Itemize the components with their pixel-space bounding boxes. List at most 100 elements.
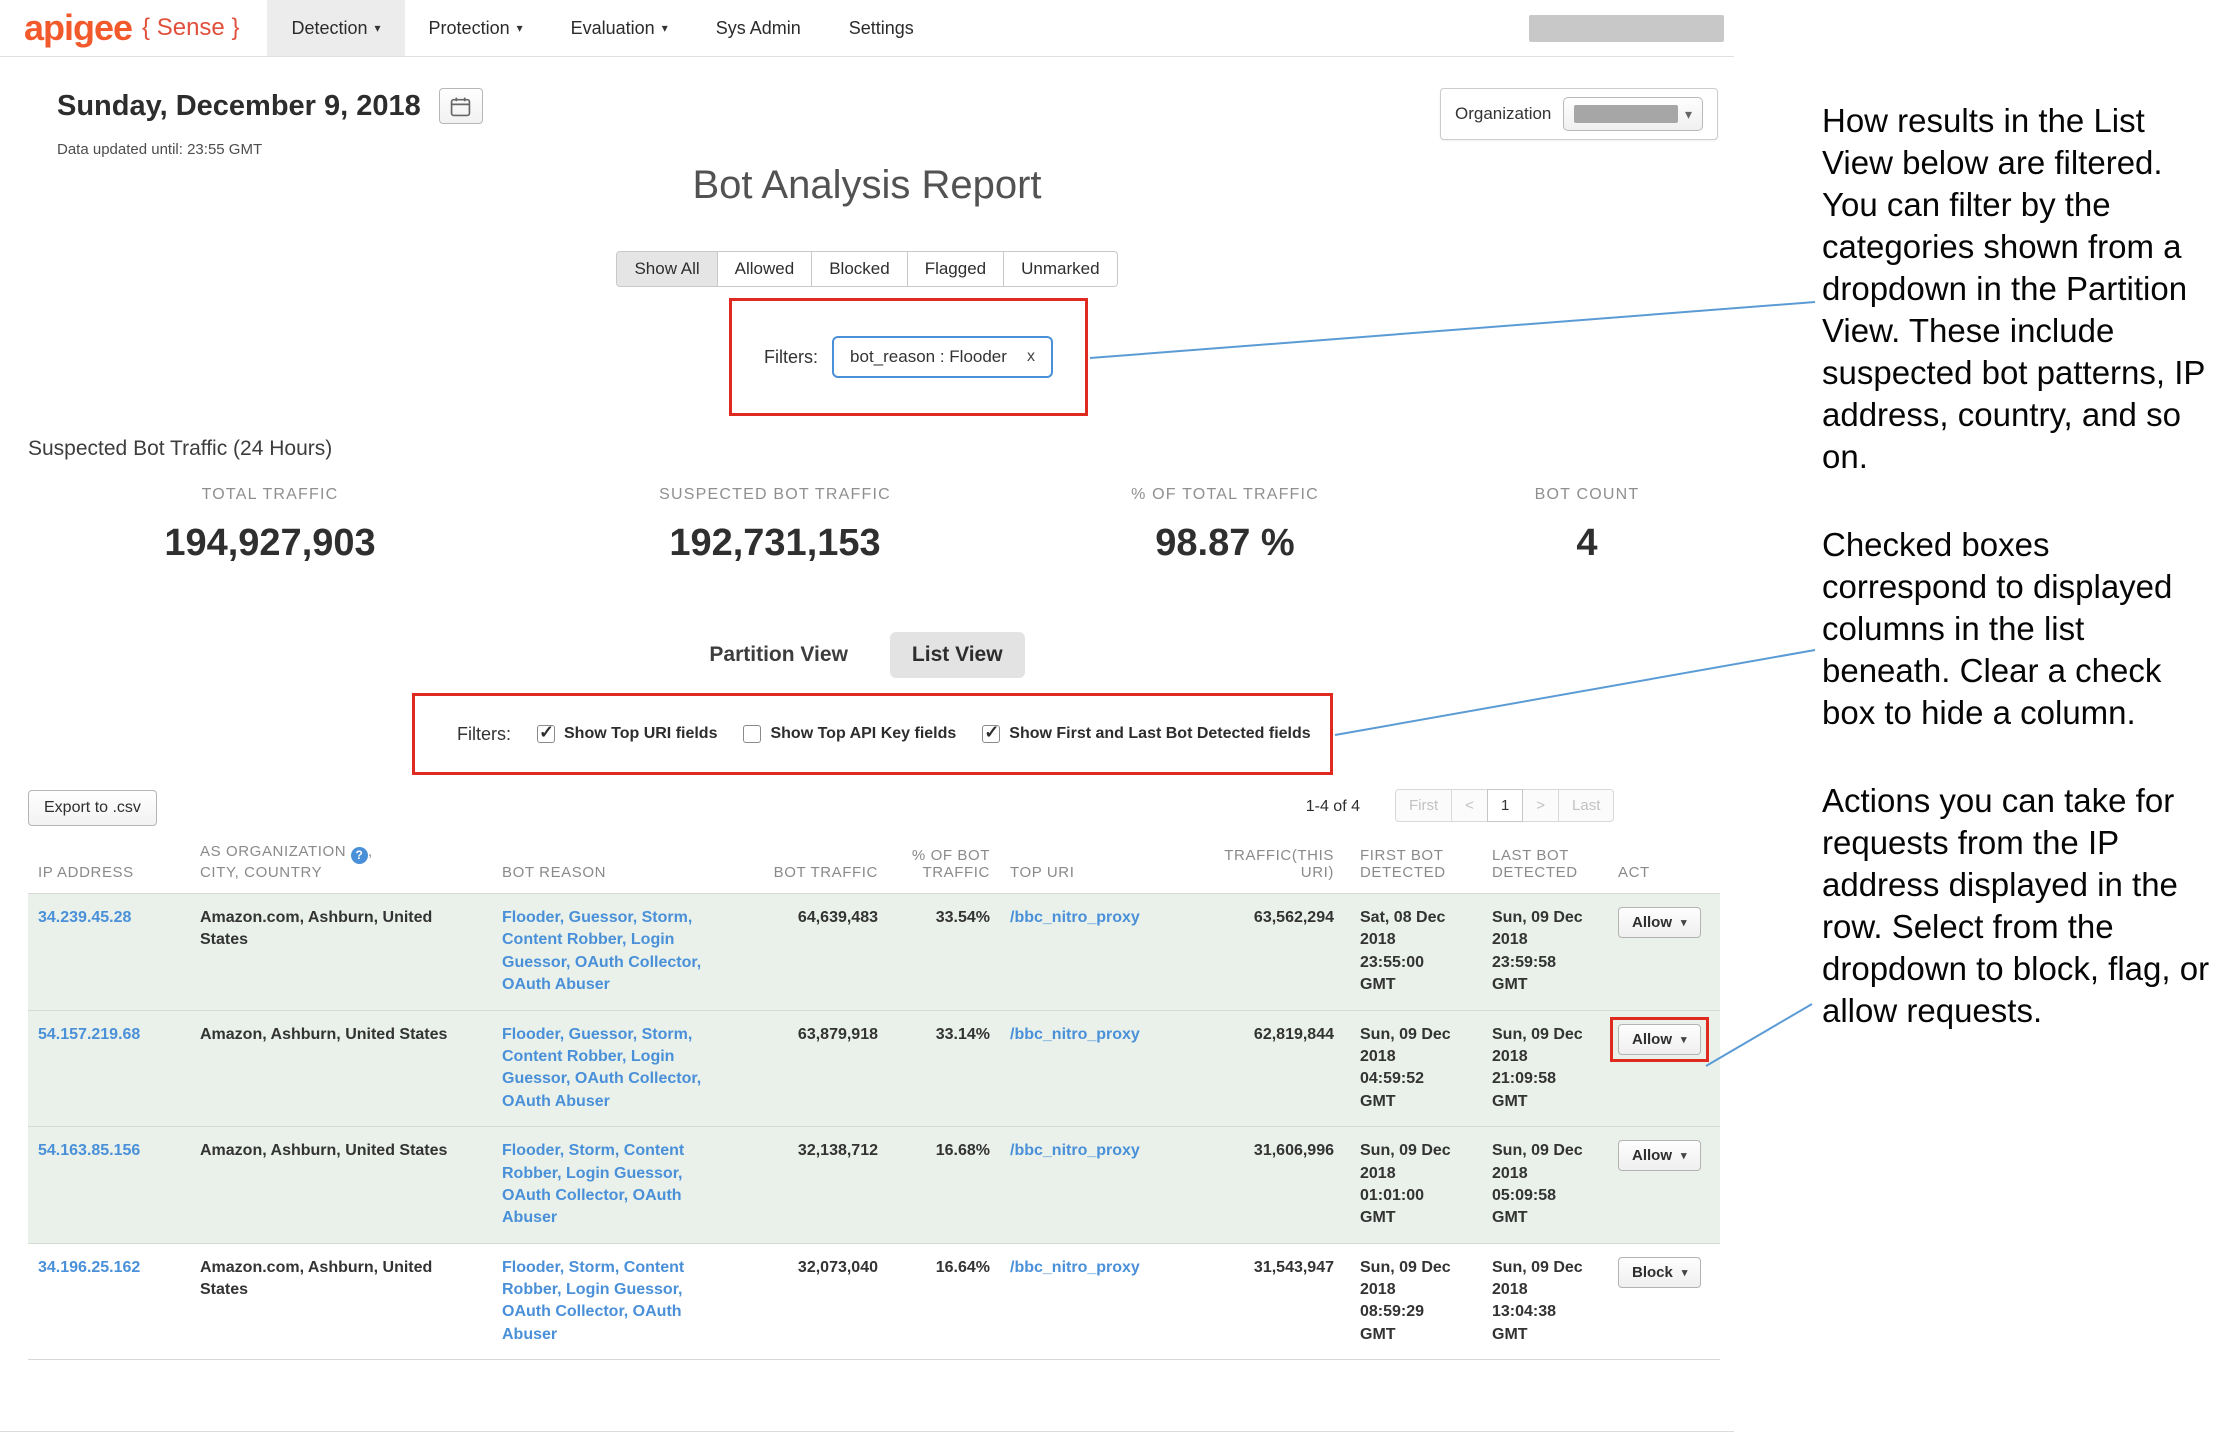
pagination-range: 1-4 of 4 <box>1270 798 1360 816</box>
ip-address-link[interactable]: 34.239.45.28 <box>38 909 131 926</box>
calendar-icon <box>450 96 471 117</box>
first-detected-cell: Sun, 09 Dec 2018 08:59:29 GMT <box>1344 1243 1476 1360</box>
calendar-button[interactable] <box>439 88 483 124</box>
stat-total-traffic: TOTAL TRAFFIC 194,927,903 <box>0 486 540 565</box>
filters-label: Filters: <box>764 347 818 368</box>
partition-view-toggle[interactable]: Partition View <box>709 643 847 667</box>
bot-reason-link[interactable]: OAuth Collector <box>575 954 697 971</box>
bot-reason-link[interactable]: Login Guessor <box>566 1165 678 1182</box>
table-row: 54.163.85.156 Amazon, Ashburn, United St… <box>28 1127 1720 1244</box>
bot-reason-link[interactable]: Flooder <box>502 1259 560 1276</box>
bot-reason-link[interactable]: Flooder <box>502 909 560 926</box>
col-header-first-bot-detected: FIRST BOT DETECTED <box>1344 843 1476 894</box>
tab-flagged[interactable]: Flagged <box>907 251 1004 287</box>
action-dropdown[interactable]: Allow ▾ <box>1618 1024 1701 1055</box>
bot-reason-link[interactable]: Storm <box>569 1259 615 1276</box>
top-uri-link[interactable]: /bbc_nitro_proxy <box>1010 909 1140 926</box>
pagination-page-1-button[interactable]: 1 <box>1487 789 1523 822</box>
ip-address-link[interactable]: 34.196.25.162 <box>38 1259 140 1276</box>
data-updated-label: Data updated until: 23:55 GMT <box>57 141 262 158</box>
apigee-logo-text: apigee <box>24 7 132 49</box>
bot-reason-link[interactable]: OAuth Collector <box>502 1187 624 1204</box>
tab-show-all[interactable]: Show All <box>616 251 717 287</box>
bot-reason-link[interactable]: OAuth Abuser <box>502 1093 610 1110</box>
last-detected-cell: Sun, 09 Dec 2018 23:59:58 GMT <box>1476 894 1608 1011</box>
bot-reason-link[interactable]: Storm <box>642 909 688 926</box>
bot-reason-link[interactable]: Login Guessor <box>566 1281 678 1298</box>
annotation-filter-note: How results in the List View below are f… <box>1822 100 2210 478</box>
pct-cell: 33.14% <box>888 1010 1000 1127</box>
bot-reason-link[interactable]: Storm <box>642 1026 688 1043</box>
checkbox-show-top-api-key[interactable]: Show Top API Key fields <box>743 725 956 743</box>
action-dropdown[interactable]: Allow ▾ <box>1618 1140 1701 1171</box>
top-uri-link[interactable]: /bbc_nitro_proxy <box>1010 1259 1140 1276</box>
pagination-prev-button[interactable]: < <box>1451 789 1488 822</box>
pagination-first-button[interactable]: First <box>1395 789 1452 822</box>
tab-allowed[interactable]: Allowed <box>717 251 813 287</box>
remove-filter-icon[interactable]: x <box>1027 348 1035 366</box>
bot-reason-link[interactable]: Content Robber <box>502 931 622 948</box>
action-dropdown[interactable]: Allow ▾ <box>1618 907 1701 938</box>
nav-item-settings[interactable]: Settings <box>825 0 938 56</box>
action-dropdown[interactable]: Block ▾ <box>1618 1257 1701 1288</box>
organization-select[interactable]: ▾ <box>1563 97 1703 131</box>
checkbox-input[interactable] <box>982 725 1000 743</box>
filter-chip-text: bot_reason : Flooder <box>850 347 1007 367</box>
last-detected-cell: Sun, 09 Dec 2018 21:09:58 GMT <box>1476 1010 1608 1127</box>
stat-value: 4 <box>1440 522 1734 565</box>
bot-traffic-cell: 32,138,712 <box>740 1127 888 1244</box>
bot-reason-link[interactable]: OAuth Abuser <box>502 976 610 993</box>
tab-unmarked[interactable]: Unmarked <box>1003 251 1117 287</box>
col-header-act: ACT <box>1608 843 1720 894</box>
pagination-next-button[interactable]: > <box>1522 789 1559 822</box>
col-header-ip: IP ADDRESS <box>28 843 190 894</box>
checkbox-show-top-uri[interactable]: Show Top URI fields <box>537 725 717 743</box>
col-header-text: AS ORGANIZATION <box>200 843 346 860</box>
action-label: Allow <box>1632 914 1672 931</box>
pagination-last-button[interactable]: Last <box>1558 789 1614 822</box>
bot-reason-link[interactable]: OAuth Collector <box>502 1303 624 1320</box>
bot-reason-link[interactable]: OAuth Collector <box>575 1070 697 1087</box>
apigee-sense-logo[interactable]: apigee { Sense } <box>24 0 239 56</box>
bot-reason-link[interactable]: Storm <box>569 1142 615 1159</box>
bot-reason-link[interactable]: Content Robber <box>502 1048 622 1065</box>
table-row: 34.196.25.162 Amazon.com, Ashburn, Unite… <box>28 1243 1720 1360</box>
nav-item-sys-admin[interactable]: Sys Admin <box>692 0 825 56</box>
checkbox-input[interactable] <box>537 725 555 743</box>
bot-reason-cell: Flooder, Guessor, Storm, Content Robber,… <box>492 1010 740 1127</box>
checkbox-input[interactable] <box>743 725 761 743</box>
export-csv-button[interactable]: Export to .csv <box>28 790 157 826</box>
top-uri-link[interactable]: /bbc_nitro_proxy <box>1010 1026 1140 1043</box>
action-label: Allow <box>1632 1147 1672 1164</box>
bot-reason-link[interactable]: Guessor <box>569 1026 633 1043</box>
stat-label: SUSPECTED BOT TRAFFIC <box>540 486 1010 504</box>
pct-cell: 16.64% <box>888 1243 1000 1360</box>
ip-address-link[interactable]: 54.157.219.68 <box>38 1026 140 1043</box>
bot-reason-link[interactable]: Flooder <box>502 1142 560 1159</box>
nav-item-protection[interactable]: Protection ▾ <box>405 0 547 56</box>
stat-label: % OF TOTAL TRAFFIC <box>1010 486 1440 504</box>
caret-down-icon: ▾ <box>517 21 523 35</box>
caret-down-icon: ▾ <box>1681 1033 1687 1046</box>
checkbox-show-first-last-detected[interactable]: Show First and Last Bot Detected fields <box>982 725 1310 743</box>
info-icon[interactable]: ? <box>351 847 368 864</box>
ip-address-link[interactable]: 54.163.85.156 <box>38 1142 140 1159</box>
list-filters-label: Filters: <box>457 724 511 745</box>
stat-label: BOT COUNT <box>1440 486 1734 504</box>
nav-item-label: Protection <box>429 18 510 39</box>
annotation-red-box-column-filters: Filters: Show Top URI fields Show Top AP… <box>412 693 1333 775</box>
redacted-organization-value <box>1574 105 1678 123</box>
annotation-columns-note: Checked boxes correspond to displayed co… <box>1822 524 2210 734</box>
bot-traffic-cell: 64,639,483 <box>740 894 888 1011</box>
bot-reason-link[interactable]: Guessor <box>569 909 633 926</box>
top-uri-link[interactable]: /bbc_nitro_proxy <box>1010 1142 1140 1159</box>
bot-reason-link[interactable]: Flooder <box>502 1026 560 1043</box>
nav-item-evaluation[interactable]: Evaluation ▾ <box>547 0 692 56</box>
filter-chip-bot-reason[interactable]: bot_reason : Flooder x <box>832 336 1053 378</box>
last-detected-cell: Sun, 09 Dec 2018 13:04:38 GMT <box>1476 1243 1608 1360</box>
as-org-cell: Amazon.com, Ashburn, United States <box>190 894 492 1011</box>
section-title-suspected-bot-traffic: Suspected Bot Traffic (24 Hours) <box>28 437 332 461</box>
list-view-toggle[interactable]: List View <box>890 632 1025 678</box>
tab-blocked[interactable]: Blocked <box>811 251 907 287</box>
nav-item-detection[interactable]: Detection ▾ <box>267 0 404 56</box>
